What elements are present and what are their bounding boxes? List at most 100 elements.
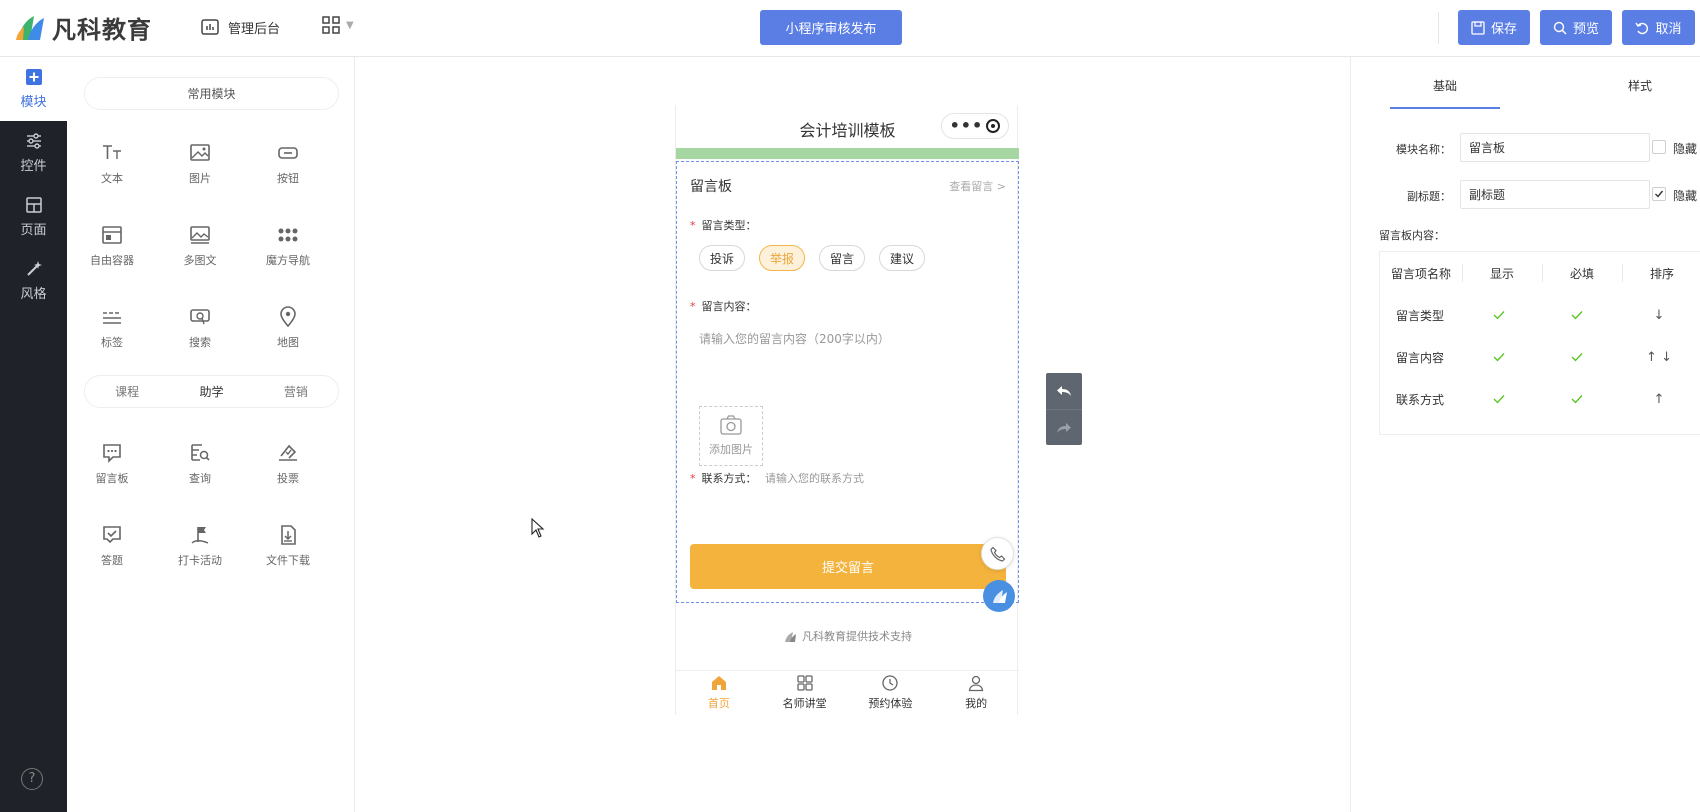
rail-item-label: 页面 xyxy=(20,223,47,238)
help-icon[interactable]: ? xyxy=(21,768,43,790)
settings-panel: 基础 样式 模块名称： 隐藏 副标题： 隐藏 留言板内容： 留言项名称 显示 必… xyxy=(1350,57,1700,812)
tab-study[interactable]: 助学 xyxy=(169,376,253,407)
module-label: 打卡活动 xyxy=(178,554,222,567)
message-content-label: * 留言内容： xyxy=(690,298,757,314)
phone-icon xyxy=(989,546,1005,562)
tab-label: 预约体验 xyxy=(868,697,913,710)
check-icon xyxy=(1571,353,1583,362)
type-chip-complaint[interactable]: 投诉 xyxy=(699,245,746,271)
module-label: 多图文 xyxy=(183,254,217,267)
module-query[interactable]: 查询 xyxy=(165,442,235,486)
module-message-board[interactable]: 留言板 xyxy=(77,442,147,486)
tab-basic[interactable]: 基础 xyxy=(1433,77,1457,94)
publish-button[interactable]: 小程序审核发布 xyxy=(760,10,902,45)
apps-menu[interactable]: ▼ xyxy=(322,16,354,34)
check-icon xyxy=(1571,311,1583,320)
module-multi-image-text[interactable]: 多图文 xyxy=(165,224,235,268)
brand-logo[interactable]: 凡科教育 xyxy=(14,10,152,44)
rail-item-modules[interactable]: 模块 xyxy=(0,57,67,121)
row-required-toggle[interactable] xyxy=(1538,378,1616,420)
check-icon xyxy=(1493,353,1505,362)
row-required-toggle[interactable] xyxy=(1538,336,1616,378)
row-show-toggle[interactable] xyxy=(1460,294,1538,336)
hide-subtitle-checkbox[interactable] xyxy=(1652,187,1666,201)
tab-marketing[interactable]: 营销 xyxy=(254,376,338,407)
module-text[interactable]: 文本 xyxy=(77,142,147,186)
rail-item-style[interactable]: 风格 xyxy=(0,249,67,313)
module-free-container[interactable]: 自由容器 xyxy=(77,224,147,268)
submit-message-button[interactable]: 提交留言 xyxy=(690,544,1006,589)
grid-icon xyxy=(796,675,813,691)
brand-logo-icon xyxy=(993,590,1007,603)
hide-label: 隐藏 xyxy=(1673,142,1698,156)
tab-home[interactable]: 首页 xyxy=(676,671,762,714)
table-header: 留言项名称 显示 必填 排序 xyxy=(1380,252,1700,294)
row-show-toggle[interactable] xyxy=(1460,336,1538,378)
module-image[interactable]: 图片 xyxy=(165,142,235,186)
module-label: 标签 xyxy=(101,336,123,349)
module-name-input[interactable] xyxy=(1460,133,1650,162)
toolbar-divider xyxy=(1438,12,1439,44)
rail-item-controls[interactable]: 控件 xyxy=(0,121,67,185)
check-icon xyxy=(1571,395,1583,404)
module-cube-nav[interactable]: 魔方导航 xyxy=(253,224,323,268)
tab-course[interactable]: 课程 xyxy=(85,376,169,407)
subtitle-input[interactable] xyxy=(1460,180,1650,209)
tab-mine[interactable]: 我的 xyxy=(933,671,1019,714)
row-show-toggle[interactable] xyxy=(1460,378,1538,420)
tab-style[interactable]: 样式 xyxy=(1628,77,1652,94)
sliders-icon xyxy=(26,133,41,149)
module-label: 投票 xyxy=(277,472,299,485)
required-mark: * xyxy=(690,219,696,232)
table-row: 留言类型 ↓ xyxy=(1380,294,1700,336)
module-vote[interactable]: 投票 xyxy=(253,442,323,486)
module-map[interactable]: 地图 xyxy=(253,306,323,350)
board-title: 留言板 xyxy=(690,179,732,195)
module-label: 自由容器 xyxy=(90,254,134,267)
message-content-input[interactable]: 请输入您的留言内容（200字以内） xyxy=(699,330,890,347)
admin-dashboard-link[interactable]: 管理后台 xyxy=(200,17,280,37)
module-checkin[interactable]: 打卡活动 xyxy=(165,524,235,568)
module-quiz[interactable]: 答题 xyxy=(77,524,147,568)
download-icon xyxy=(281,525,296,545)
vote-icon xyxy=(279,444,297,461)
module-search[interactable]: 搜索 xyxy=(165,306,235,350)
phone-preview: 会计培训模板 ••• 留言板 查看留言 > * 留言类型： 投诉 举报 留言 建议… xyxy=(675,105,1019,715)
type-chip-suggestion[interactable]: 建议 xyxy=(879,245,926,271)
module-label: 图片 xyxy=(189,172,211,185)
undo-button[interactable] xyxy=(1046,373,1082,409)
row-sort-arrows[interactable]: ↑ xyxy=(1620,378,1698,420)
module-label: 查询 xyxy=(189,472,211,485)
row-required-toggle[interactable] xyxy=(1538,294,1616,336)
module-file-download[interactable]: 文件下载 xyxy=(253,524,323,568)
module-button[interactable]: 按钮 xyxy=(253,142,323,186)
tab-booking[interactable]: 预约体验 xyxy=(848,671,934,714)
module-tag[interactable]: 标签 xyxy=(77,306,147,350)
add-image-button[interactable]: 添加图片 xyxy=(699,406,763,466)
brand-float-button[interactable] xyxy=(983,580,1015,612)
row-sort-arrows[interactable]: ↑ ↓ xyxy=(1620,336,1698,378)
type-chip-message[interactable]: 留言 xyxy=(819,245,866,271)
cancel-button[interactable]: 取消 xyxy=(1622,10,1695,45)
search-icon xyxy=(1553,21,1567,35)
redo-button[interactable] xyxy=(1046,409,1082,445)
save-button[interactable]: 保存 xyxy=(1458,10,1530,45)
phone-call-button[interactable] xyxy=(981,537,1014,570)
rail-item-pages[interactable]: 页面 xyxy=(0,185,67,249)
quiz-icon xyxy=(103,526,121,544)
view-messages-link[interactable]: 查看留言 > xyxy=(949,178,1006,194)
board-items-table: 留言项名称 显示 必填 排序 留言类型 ↓ 留言内容 ↑ ↓ 联系方式 ↑ xyxy=(1379,251,1700,435)
hide-name-checkbox[interactable] xyxy=(1652,140,1666,154)
message-type-label: * 留言类型： xyxy=(690,217,757,233)
row-sort-arrows[interactable]: ↓ xyxy=(1620,294,1698,336)
location-pin-icon xyxy=(280,306,296,328)
mouse-cursor-icon xyxy=(531,518,545,538)
camera-icon xyxy=(720,415,742,435)
message-board-module[interactable]: 留言板 查看留言 > * 留言类型： 投诉 举报 留言 建议 * 留言内容： 请输入… xyxy=(676,161,1019,612)
contact-input[interactable]: 请输入您的联系方式 xyxy=(765,470,864,486)
module-category-tabs: 课程 助学 营销 xyxy=(84,375,339,408)
save-icon xyxy=(1471,20,1485,35)
tab-lectures[interactable]: 名师讲堂 xyxy=(762,671,848,714)
preview-button[interactable]: 预览 xyxy=(1540,10,1612,45)
type-chip-report[interactable]: 举报 xyxy=(759,245,806,271)
